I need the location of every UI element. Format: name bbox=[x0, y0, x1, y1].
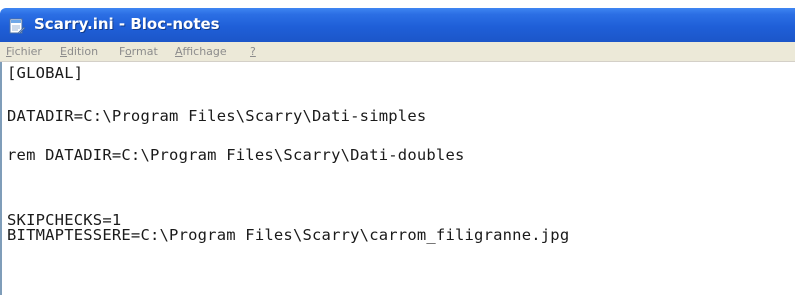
menu-fichier[interactable]: Fichier bbox=[6, 45, 42, 58]
menu-format-mnemonic: o bbox=[124, 45, 132, 58]
menu-bar: Fichier Edition Format Affichage ? bbox=[0, 42, 795, 62]
menu-edition[interactable]: Edition bbox=[60, 45, 98, 58]
menu-format-rest: rmat bbox=[131, 45, 158, 58]
title-bar[interactable]: Scarry.ini - Bloc-notes bbox=[0, 8, 795, 42]
menu-help-mnemonic: ? bbox=[250, 45, 256, 58]
menu-edition-mnemonic: E bbox=[60, 45, 67, 58]
window-title: Scarry.ini - Bloc-notes bbox=[34, 15, 220, 33]
text-line-rem-datadir: rem DATADIR=C:\Program Files\Scarry\Dati… bbox=[7, 146, 465, 164]
menu-format[interactable]: Format bbox=[119, 45, 158, 58]
text-line-datadir: DATADIR=C:\Program Files\Scarry\Dati-sim… bbox=[7, 107, 427, 125]
notepad-icon[interactable] bbox=[8, 17, 26, 35]
text-line-bitmaptessere: BITMAPTESSERE=C:\Program Files\Scarry\ca… bbox=[7, 226, 570, 244]
menu-help[interactable]: ? bbox=[250, 45, 256, 58]
menu-edition-rest: dition bbox=[66, 45, 99, 58]
menu-fichier-rest: ichier bbox=[11, 45, 42, 58]
menu-affichage[interactable]: Affichage bbox=[175, 45, 227, 58]
text-line-global: [GLOBAL] bbox=[7, 64, 84, 82]
cropped-text-strip bbox=[0, 0, 795, 8]
notepad-window: Scarry.ini - Bloc-notes Fichier Edition … bbox=[0, 0, 795, 295]
menu-affichage-rest: ffichage bbox=[182, 45, 227, 58]
text-editor-area[interactable]: [GLOBAL] DATADIR=C:\Program Files\Scarry… bbox=[0, 62, 795, 295]
menu-affichage-mnemonic: A bbox=[175, 45, 183, 58]
